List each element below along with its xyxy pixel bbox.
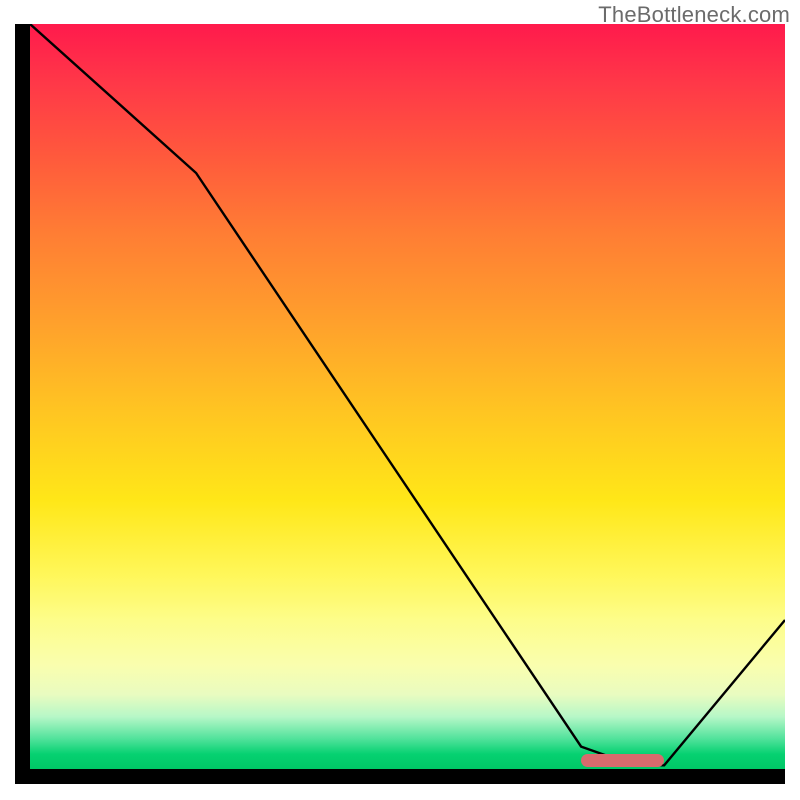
chart-plot-area (30, 24, 785, 769)
optimal-range-marker (581, 754, 664, 767)
bottleneck-curve (30, 24, 785, 765)
curve-svg (30, 24, 785, 769)
chart-frame (15, 24, 785, 784)
